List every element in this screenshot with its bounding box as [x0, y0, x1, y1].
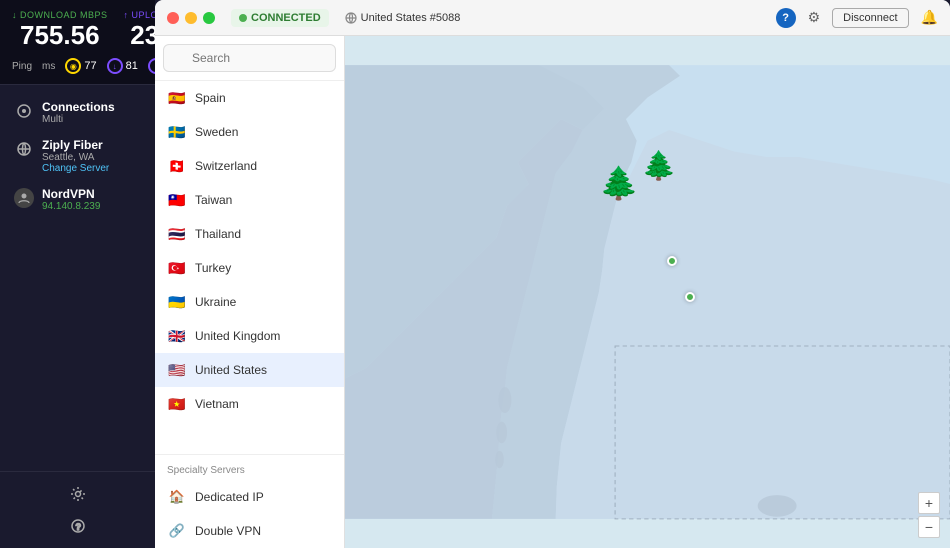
help-button[interactable]: ?	[776, 8, 796, 28]
country-name: Spain	[195, 91, 226, 105]
download-arrow-icon: ↓	[12, 10, 17, 20]
connection-status: CONNECTED	[231, 9, 329, 27]
vpn-avatar	[14, 188, 34, 208]
sidebar: ↓ DOWNLOAD Mbps 755.56 ↑ UPLOAD Mbps 23.…	[0, 0, 155, 548]
country-flag: 🇨🇭	[167, 156, 187, 176]
ping-2: ↓ 81	[107, 58, 138, 74]
zoom-out-button[interactable]: −	[918, 516, 940, 538]
titlebar-actions: ? ⚙ Disconnect 🔔	[776, 8, 938, 28]
map-pin-1	[667, 256, 677, 266]
close-traffic-light[interactable]	[167, 12, 179, 24]
settings-sidebar-icon[interactable]	[0, 478, 155, 510]
ping-row: Ping ms ◉ 77 ↓ 81 ↑ 87	[12, 54, 143, 74]
specialty-icon: 🏠	[167, 487, 187, 507]
search-input[interactable]	[163, 44, 336, 72]
zoom-in-button[interactable]: +	[918, 492, 940, 514]
country-item[interactable]: 🇸🇪 Sweden	[155, 115, 344, 149]
isp-location: Seattle, WA	[42, 152, 109, 163]
connections-sub: Multi	[42, 114, 115, 125]
search-box: 🔍	[155, 36, 344, 81]
country-item[interactable]: 🇹🇼 Taiwan	[155, 183, 344, 217]
country-item[interactable]: 🇹🇷 Turkey	[155, 251, 344, 285]
download-stat: ↓ DOWNLOAD Mbps 755.56	[12, 10, 108, 48]
country-name: Switzerland	[195, 159, 257, 173]
country-name: Taiwan	[195, 193, 232, 207]
maximize-traffic-light[interactable]	[203, 12, 215, 24]
country-item[interactable]: 🇺🇦 Ukraine	[155, 285, 344, 319]
stats-area: ↓ DOWNLOAD Mbps 755.56 ↑ UPLOAD Mbps 23.…	[0, 0, 155, 85]
country-item[interactable]: 🇻🇳 Vietnam	[155, 387, 344, 421]
country-name: Vietnam	[195, 397, 239, 411]
country-flag: 🇺🇸	[167, 360, 187, 380]
sidebar-item-connections[interactable]: Connections Multi	[4, 94, 151, 131]
globe-icon	[14, 139, 34, 159]
map-pin-2	[685, 292, 695, 302]
specialty-name: Double VPN	[195, 524, 261, 538]
upload-arrow-icon: ↑	[124, 10, 129, 20]
specialty-header: Specialty Servers	[155, 461, 344, 480]
country-flag: 🇹🇷	[167, 258, 187, 278]
sidebar-bottom: ?	[0, 471, 155, 548]
country-item[interactable]: 🇨🇭 Switzerland	[155, 149, 344, 183]
connections-icon	[14, 101, 34, 121]
country-name: Sweden	[195, 125, 238, 139]
svg-text:?: ?	[75, 522, 81, 532]
current-server: United States #5088	[345, 12, 461, 24]
country-flag: 🇸🇪	[167, 122, 187, 142]
specialty-name: Dedicated IP	[195, 490, 264, 504]
country-flag: 🇺🇦	[167, 292, 187, 312]
country-flag: 🇪🇸	[167, 88, 187, 108]
country-item[interactable]: 🇹🇭 Thailand	[155, 217, 344, 251]
map-area: 🌲 🌲 + −	[345, 36, 950, 548]
sidebar-nav: Connections Multi Ziply Fiber Seattle, W…	[0, 85, 155, 471]
specialty-icon: 🔗	[167, 521, 187, 541]
isp-label: Ziply Fiber	[42, 138, 109, 152]
country-flag: 🇻🇳	[167, 394, 187, 414]
country-item[interactable]: 🇬🇧 United Kingdom	[155, 319, 344, 353]
notifications-icon[interactable]: 🔔	[921, 9, 938, 26]
ping-1: ◉ 77	[65, 58, 96, 74]
help-sidebar-icon[interactable]: ?	[0, 510, 155, 542]
connections-label: Connections	[42, 100, 115, 114]
country-item[interactable]: 🇪🇸 Spain	[155, 81, 344, 115]
sidebar-item-isp[interactable]: Ziply Fiber Seattle, WA Change Server	[4, 132, 151, 180]
specialty-item[interactable]: 🔗 Double VPN	[155, 514, 344, 548]
traffic-lights	[167, 12, 215, 24]
settings-icon[interactable]: ⚙	[808, 9, 821, 26]
country-flag: 🇹🇼	[167, 190, 187, 210]
specialty-item[interactable]: 🏠 Dedicated IP	[155, 480, 344, 514]
country-name: Thailand	[195, 227, 241, 241]
status-dot-icon	[239, 14, 247, 22]
content-area: 🔍 🇪🇸 Spain 🇸🇪 Sweden 🇨🇭 Switzerland 🇹🇼 T…	[155, 36, 950, 548]
country-name: United Kingdom	[195, 329, 280, 343]
download-value: 755.56	[12, 22, 108, 48]
vpn-label: NordVPN	[42, 187, 100, 201]
disconnect-button[interactable]: Disconnect	[832, 8, 908, 28]
country-item[interactable]: 🇺🇸 United States	[155, 353, 344, 387]
main-panel: CONNECTED United States #5088 ? ⚙ Discon…	[155, 0, 950, 548]
country-list: 🇪🇸 Spain 🇸🇪 Sweden 🇨🇭 Switzerland 🇹🇼 Tai…	[155, 81, 344, 454]
country-name: Turkey	[195, 261, 231, 275]
server-list: 🔍 🇪🇸 Spain 🇸🇪 Sweden 🇨🇭 Switzerland 🇹🇼 T…	[155, 36, 345, 548]
titlebar: CONNECTED United States #5088 ? ⚙ Discon…	[155, 0, 950, 36]
tree-icon-1: 🌲	[599, 164, 639, 202]
zoom-controls: + −	[918, 492, 940, 538]
minimize-traffic-light[interactable]	[185, 12, 197, 24]
country-name: United States	[195, 363, 267, 377]
specialty-section: Specialty Servers 🏠 Dedicated IP 🔗 Doubl…	[155, 454, 344, 548]
vpn-ip: 94.140.8.239	[42, 201, 100, 212]
sidebar-item-vpn[interactable]: NordVPN 94.140.8.239	[4, 181, 151, 218]
country-flag: 🇬🇧	[167, 326, 187, 346]
country-name: Ukraine	[195, 295, 236, 309]
tree-icon-2: 🌲	[641, 149, 676, 182]
country-flag: 🇹🇭	[167, 224, 187, 244]
change-server-link[interactable]: Change Server	[42, 163, 109, 174]
